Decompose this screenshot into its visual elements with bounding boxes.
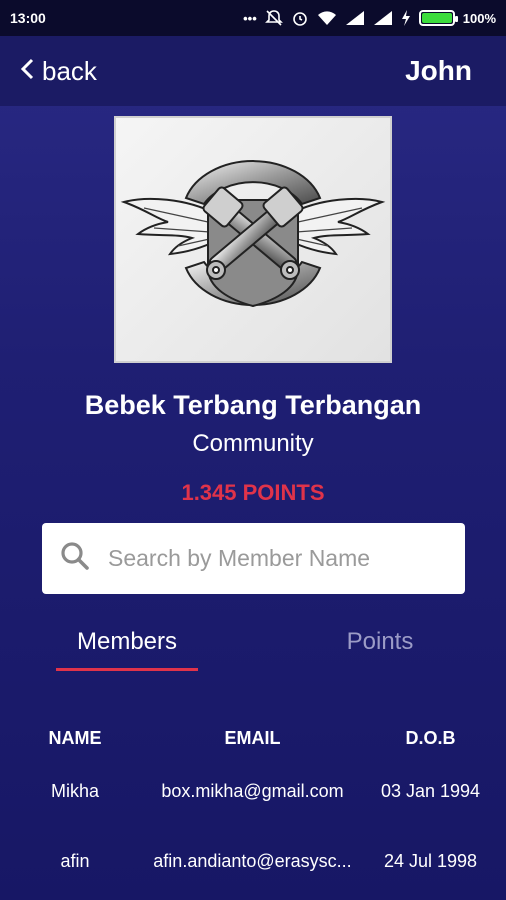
member-dob: 03 Jan 1994 (380, 780, 481, 801)
community-points: 1.345 POINTS (181, 480, 325, 505)
charging-icon (401, 10, 411, 26)
dots-icon: ••• (243, 10, 257, 26)
back-button[interactable]: back (20, 56, 97, 87)
wifi-icon (317, 10, 337, 26)
user-name: John (405, 55, 472, 86)
app-bar: back John (0, 36, 506, 106)
member-dob: 24 Jul 1998 (383, 850, 478, 871)
tab-members[interactable]: Members (56, 628, 198, 656)
alarm-icon (291, 9, 309, 27)
community-name: Bebek Terbang Terbangan (84, 390, 422, 420)
search-icon (60, 541, 90, 576)
signal-icon (345, 10, 365, 26)
member-email: afin.andianto@erasysc... (153, 850, 352, 871)
members-table: NAME EMAIL D.O.B Mikha box.mikha@gmail.c… (0, 720, 506, 896)
table-header: NAME EMAIL D.O.B (0, 720, 506, 756)
status-icons: ••• 100% (243, 9, 496, 27)
search-input[interactable] (108, 545, 428, 572)
community-type: Community (192, 430, 314, 457)
header-name: NAME (48, 727, 102, 748)
search-box[interactable] (42, 523, 465, 594)
member-name: afin (60, 850, 90, 871)
header-email: EMAIL (224, 727, 281, 748)
table-row[interactable]: afin afin.andianto@erasysc... 24 Jul 199… (0, 826, 506, 896)
signal-icon (373, 10, 393, 26)
winged-pistons-logo (120, 160, 386, 308)
chevron-left-icon (20, 58, 34, 85)
status-time: 13:00 (10, 10, 46, 26)
mute-icon (264, 9, 283, 27)
battery-percent: 100% (462, 10, 496, 26)
back-label: back (42, 55, 97, 86)
status-bar: 13:00 ••• 100% (0, 0, 506, 36)
table-row[interactable]: Mikha box.mikha@gmail.com 03 Jan 1994 (0, 756, 506, 826)
battery-icon (418, 10, 458, 26)
header-dob: D.O.B (405, 727, 456, 748)
community-logo (114, 116, 392, 363)
member-email: box.mikha@gmail.com (161, 780, 344, 801)
tab-points[interactable]: Points (310, 628, 450, 656)
active-tab-indicator (56, 668, 198, 671)
member-name: Mikha (50, 780, 99, 801)
